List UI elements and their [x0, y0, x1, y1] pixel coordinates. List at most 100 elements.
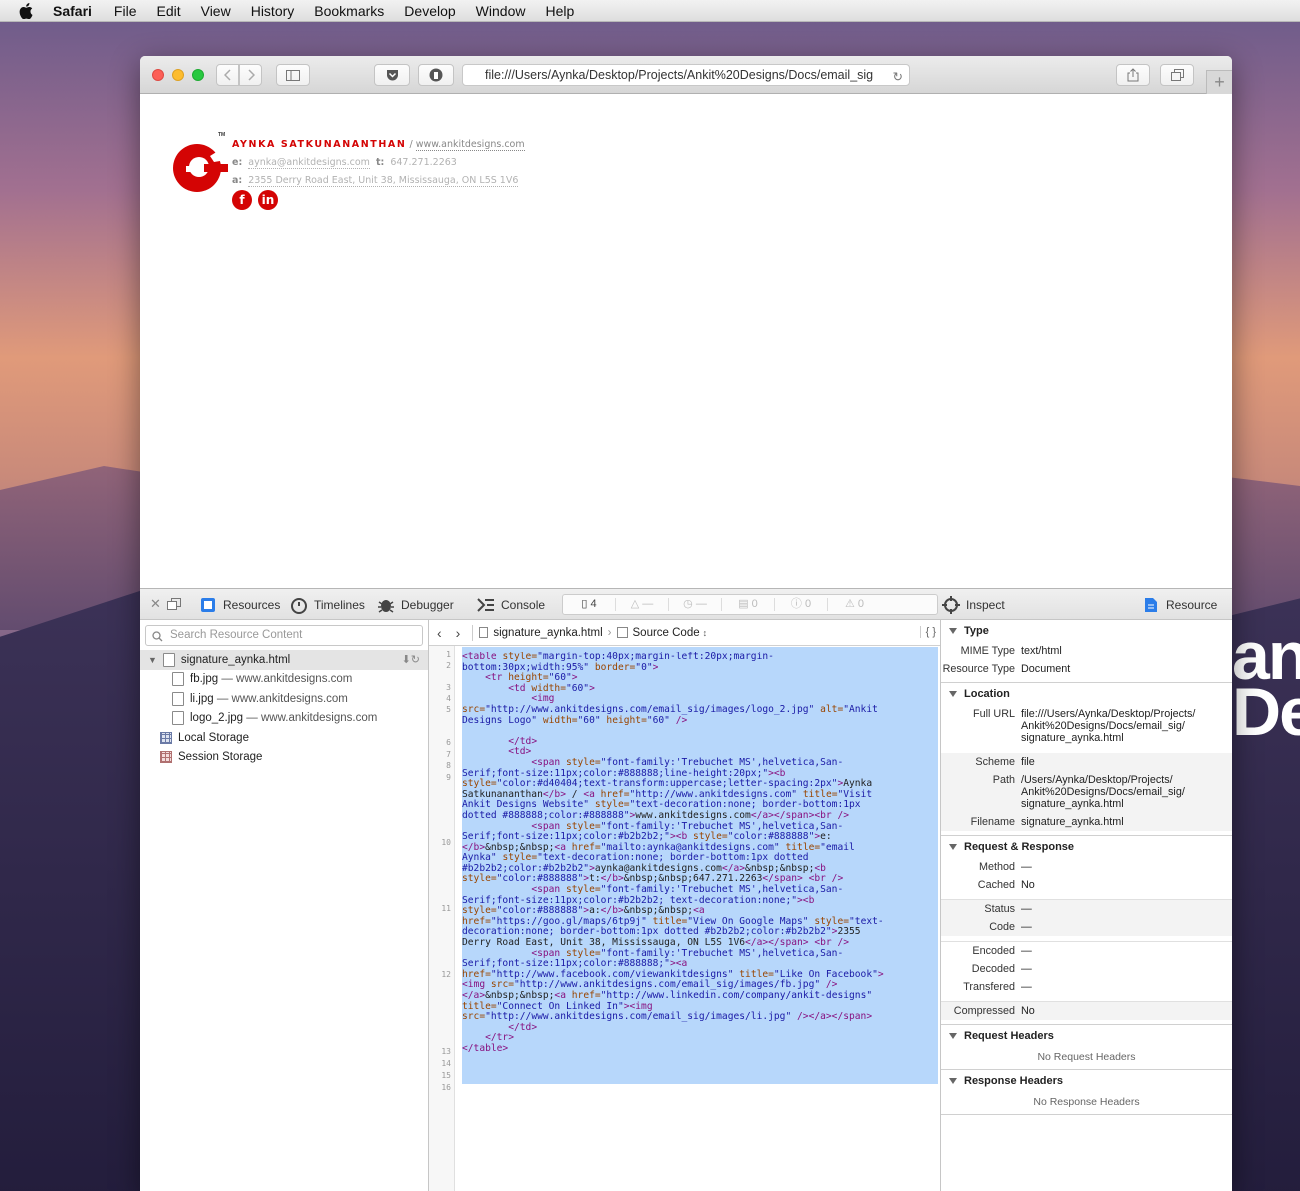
close-window-button[interactable] — [152, 69, 164, 81]
source-icon — [616, 627, 628, 638]
tel-label: t: — [375, 157, 385, 168]
desktop-brand-text: an De — [1232, 628, 1300, 750]
resource-count: ▯ 4 — [563, 598, 616, 611]
code-mode-select[interactable]: Source Code — [633, 627, 700, 639]
menu-history[interactable]: History — [251, 3, 295, 19]
menu-bookmarks[interactable]: Bookmarks — [314, 3, 384, 19]
sidebar-button[interactable] — [276, 64, 310, 86]
section-header[interactable]: Response Headers — [941, 1070, 1232, 1092]
menu-edit[interactable]: Edit — [156, 3, 180, 19]
line-number: 5 — [446, 705, 451, 714]
tabs-overview-button[interactable] — [1160, 64, 1194, 86]
email-signature: TM Aynka Satkunananthan / www.ankitdesig… — [168, 132, 525, 210]
ankit-designs-logo[interactable]: TM — [168, 132, 228, 196]
resource-details-toggle[interactable]: Resource — [1142, 596, 1217, 614]
tab-resources[interactable]: Resources — [199, 596, 280, 614]
download-reload-icon[interactable]: ⬇↻ — [402, 653, 420, 666]
section-header[interactable]: Request & Response — [941, 836, 1232, 858]
minimize-window-button[interactable] — [172, 69, 184, 81]
tree-item-local-storage[interactable]: Local Storage — [140, 728, 428, 748]
nav-back-icon[interactable]: ‹ — [437, 625, 442, 641]
reload-icon[interactable]: ↻ — [893, 67, 903, 85]
menu-file[interactable]: File — [114, 3, 137, 19]
source-code-panel: ‹ › signature_aynka.html › Source Code ↕ … — [429, 620, 940, 1191]
source-code-text[interactable]: <table style="margin-top:40px;margin-lef… — [462, 652, 938, 1055]
code-key: Code — [989, 921, 1015, 933]
resource-size: △ — — [616, 598, 669, 611]
section-header[interactable]: Request Headers — [941, 1025, 1232, 1047]
website-link[interactable]: www.ankitdesigns.com — [415, 139, 525, 151]
scheme-value: file — [1021, 756, 1035, 768]
inspector-toolbar: ✕ Resources Timelines Debugger Console ▯… — [140, 589, 1232, 620]
tree-item-name: fb.jpg — [190, 673, 219, 686]
document-icon — [1142, 596, 1160, 614]
menu-window[interactable]: Window — [476, 3, 526, 19]
menu-help[interactable]: Help — [545, 3, 574, 19]
tab-timelines[interactable]: Timelines — [290, 596, 365, 614]
pocket-button[interactable] — [374, 64, 410, 86]
new-tab-button[interactable]: + — [1206, 70, 1232, 94]
tree-item-domain: — www.ankitdesigns.com — [246, 712, 378, 725]
address-link[interactable]: 2355 Derry Road East, Unit 38, Mississau… — [248, 175, 519, 187]
mime-type-value: text/html — [1021, 645, 1062, 657]
warning-count: ⚠ 0 — [844, 598, 865, 610]
full-url-value: file:///Users/Aynka/Desktop/Projects/ An… — [1021, 708, 1196, 744]
undock-icon[interactable] — [167, 598, 181, 610]
decoded-key: Decoded — [971, 963, 1015, 975]
menu-develop[interactable]: Develop — [404, 3, 455, 19]
tree-item-root[interactable]: ▼ signature_aynka.html ⬇↻ — [140, 650, 428, 670]
web-inspector: ✕ Resources Timelines Debugger Console ▯… — [140, 588, 1232, 1191]
updown-chevron-icon: ↕ — [702, 627, 708, 638]
inspect-button[interactable]: Inspect — [942, 596, 1005, 614]
apple-icon[interactable] — [19, 2, 35, 19]
line-number: 4 — [446, 694, 451, 703]
pocket-icon — [386, 70, 398, 81]
crosshair-icon — [942, 596, 960, 614]
tab-debugger[interactable]: Debugger — [377, 596, 454, 614]
menu-view[interactable]: View — [201, 3, 231, 19]
mime-type-key: MIME Type — [960, 645, 1015, 657]
pretty-print-icon[interactable]: { } — [919, 626, 936, 638]
activity-dashboard[interactable]: ▯ 4 △ — ◷ — ▤ 0 ⓘ 0 ⚠ 0 — [562, 594, 938, 615]
section-type: Type MIME Type text/html Resource Type Doc… — [941, 620, 1232, 683]
tree-root-label: signature_aynka.html — [180, 653, 291, 666]
logo-image — [173, 144, 228, 192]
no-response-headers: No Response Headers — [1033, 1096, 1140, 1108]
forward-button[interactable] — [239, 64, 262, 86]
nav-forward-icon[interactable]: › — [456, 625, 461, 641]
extension-button[interactable] — [418, 64, 454, 86]
cached-key: Cached — [977, 879, 1015, 891]
method-value: — — [1021, 861, 1032, 873]
tree-item[interactable]: li.jpg — www.ankitdesigns.com — [140, 689, 428, 709]
email-link[interactable]: aynka@ankitdesigns.com — [248, 157, 370, 169]
compressed-value: No — [1021, 1005, 1035, 1017]
tab-console[interactable]: Console — [477, 596, 545, 614]
tree-item[interactable]: logo_2.jpg — www.ankitdesigns.com — [140, 709, 428, 729]
back-button[interactable] — [216, 64, 239, 86]
timelines-icon — [290, 596, 308, 614]
tree-item-session-storage[interactable]: Session Storage — [140, 748, 428, 768]
signature-name: Aynka Satkunananthan — [232, 139, 407, 150]
sidebar-icon — [286, 69, 300, 81]
section-header[interactable]: Type — [941, 620, 1232, 642]
zoom-window-button[interactable] — [192, 69, 204, 81]
section-header[interactable]: Location — [941, 683, 1232, 705]
resource-details-sidebar: Type MIME Type text/html Resource Type Doc… — [940, 620, 1232, 1191]
status-value: — — [1021, 903, 1032, 915]
address-bar[interactable]: file:///Users/Aynka/Desktop/Projects/Ank… — [462, 64, 910, 86]
no-request-headers: No Request Headers — [1037, 1051, 1136, 1063]
search-resource-input[interactable]: Search Resource Content — [145, 625, 423, 646]
search-placeholder: Search Resource Content — [170, 629, 303, 641]
resource-type-value: Document — [1021, 663, 1071, 675]
tree-item-name: logo_2.jpg — [190, 712, 244, 725]
disclosure-triangle-icon[interactable]: ▼ — [148, 655, 157, 665]
tree-item[interactable]: fb.jpg — www.ankitdesigns.com — [140, 670, 428, 690]
method-key: Method — [978, 861, 1015, 873]
facebook-icon[interactable]: f — [232, 190, 252, 210]
menu-app-name[interactable]: Safari — [53, 3, 92, 19]
code-file-name[interactable]: signature_aynka.html — [493, 627, 602, 639]
share-button[interactable] — [1116, 64, 1150, 86]
url-text: file:///Users/Aynka/Desktop/Projects/Ank… — [485, 68, 874, 82]
linkedin-icon[interactable]: in — [258, 190, 278, 210]
close-inspector-icon[interactable]: ✕ — [150, 596, 161, 612]
